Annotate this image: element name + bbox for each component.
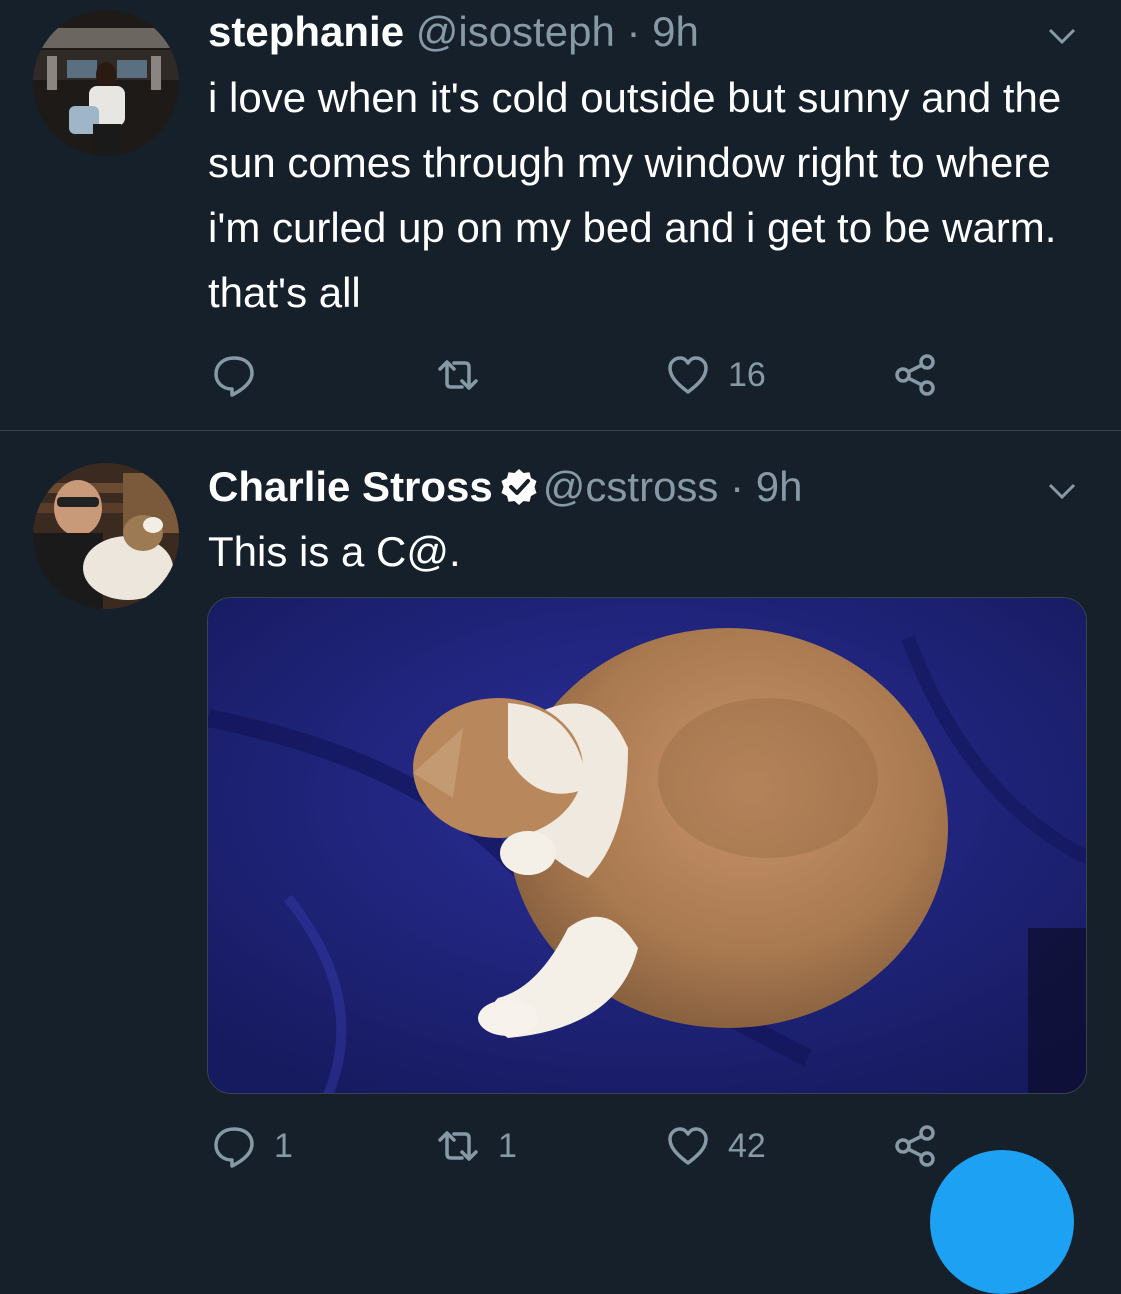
retweet-count: 1 [498,1126,517,1165]
like-icon [668,356,708,394]
caret-down-icon[interactable] [1047,26,1077,46]
like-button[interactable]: 16 [666,350,766,400]
tweet-text: i love when it's cold outside but sunny … [208,74,1062,316]
tweet[interactable]: Charlie Stross @cstross · 9h This is a C… [0,431,1121,1200]
avatar-photo [33,10,179,156]
tweet-media-image[interactable] [207,597,1087,1094]
separator: · [730,463,745,510]
user-handle[interactable]: @isosteph [416,8,615,55]
separator: · [626,8,641,55]
reply-count: 1 [274,1126,293,1165]
retweet-icon [438,1131,478,1161]
reply-button[interactable]: 1 [212,1121,293,1171]
tweet-actions: 16 [0,350,1121,400]
avatar[interactable] [33,463,179,609]
retweet-button[interactable]: 1 [436,1121,517,1171]
avatar[interactable] [33,10,179,156]
tweet-header: Charlie Stross @cstross · 9h [208,461,803,513]
retweet-button[interactable] [436,350,498,400]
caret-down-icon[interactable] [1047,481,1077,501]
compose-tweet-button[interactable] [930,1150,1074,1294]
share-icon [895,354,935,396]
avatar-photo [33,463,179,609]
display-name[interactable]: stephanie [208,8,404,55]
tweet-text: This is a C@. [208,528,461,575]
tweet-actions: 1 1 42 [0,1121,1121,1171]
share-icon [895,1125,935,1167]
share-button[interactable] [893,1121,937,1171]
timestamp[interactable]: 9h [756,463,803,510]
reply-button[interactable] [212,350,274,400]
retweet-icon [438,360,478,390]
share-button[interactable] [893,350,937,400]
cat-photo [208,598,1086,1093]
tweet-header: stephanie @isosteph · 9h [208,6,699,58]
user-handle[interactable]: @cstross [543,463,719,510]
like-count: 16 [728,355,766,394]
timestamp[interactable]: 9h [652,8,699,55]
tweet[interactable]: stephanie @isosteph · 9h i love when it'… [0,0,1121,430]
reply-icon [214,356,254,397]
like-icon [668,1127,708,1165]
like-button[interactable]: 42 [666,1121,766,1171]
like-count: 42 [728,1126,766,1165]
display-name[interactable]: Charlie Stross [208,463,493,510]
reply-icon [214,1127,254,1168]
verified-badge-icon [501,469,537,505]
